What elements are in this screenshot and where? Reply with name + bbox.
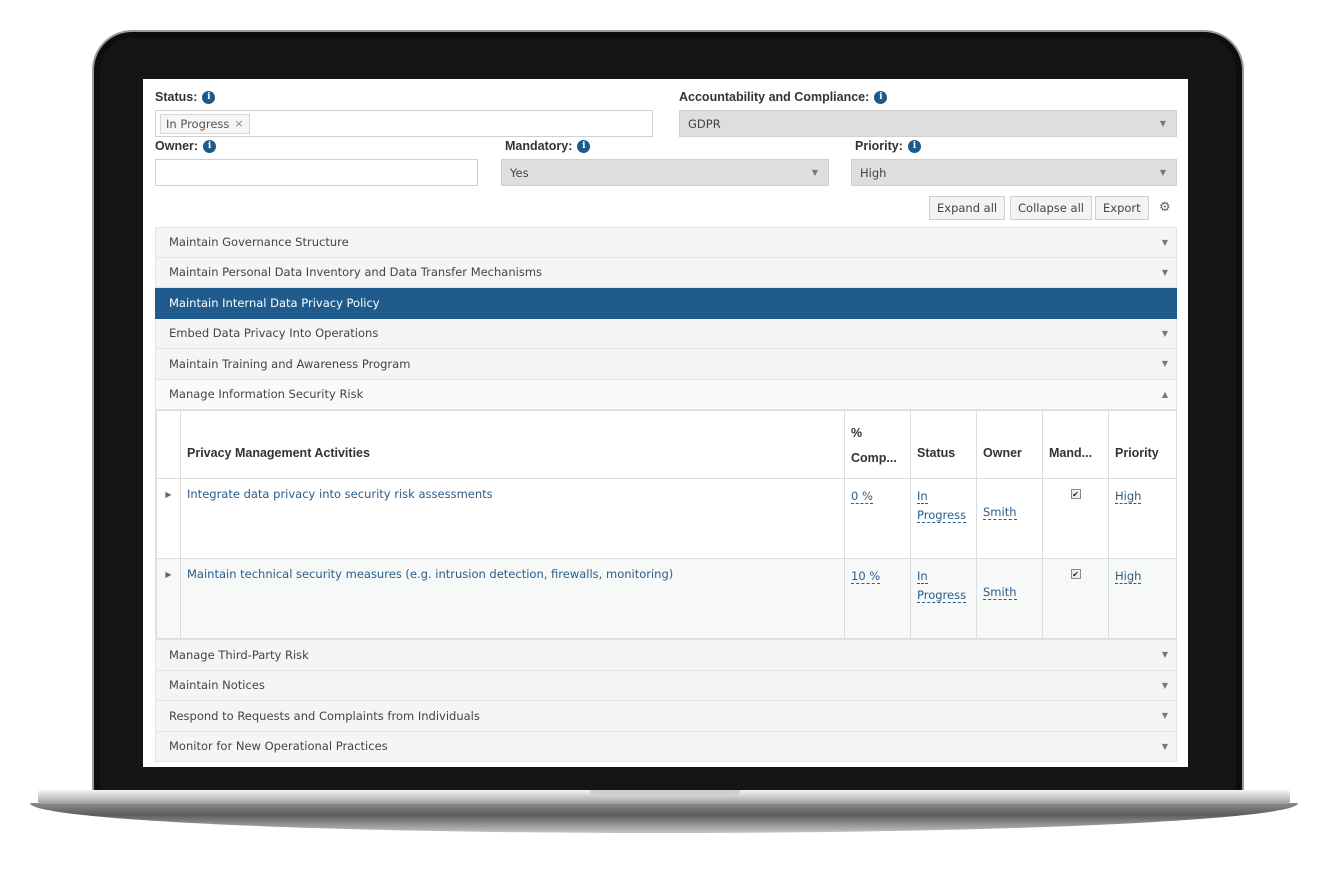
status-token: In Progress ×	[160, 114, 250, 134]
activity-link[interactable]: Integrate data privacy into security ris…	[187, 487, 493, 501]
mandatory-checkbox[interactable]: ✔	[1070, 489, 1081, 499]
caret-down-icon: ▼	[1161, 711, 1168, 721]
laptop-base-shadow	[30, 803, 1298, 833]
status-filter-input[interactable]: In Progress ×	[155, 110, 653, 137]
owner-link[interactable]: Smith	[983, 585, 1017, 600]
caret-down-icon: ▼	[1161, 650, 1168, 660]
priority-cell: High	[1108, 558, 1177, 639]
owner-column-header[interactable]: Owner	[976, 410, 1043, 479]
caret-down-icon: ▼	[1161, 741, 1168, 751]
completion-link[interactable]: 10 %	[851, 569, 881, 584]
caret-up-icon: ▲	[1161, 389, 1168, 399]
laptop-notch	[590, 790, 740, 796]
priority-link[interactable]: High	[1115, 569, 1142, 584]
activities-table: Privacy Management Activities % Comp... …	[156, 410, 1177, 639]
accountability-filter-label: Accountability and Compliance: i	[679, 90, 888, 104]
section-security-risk[interactable]: Manage Information Security Risk ▲	[155, 379, 1177, 410]
activity-cell: Integrate data privacy into security ris…	[180, 478, 845, 559]
caret-down-icon: ▼	[1161, 298, 1168, 308]
caret-down-icon: ▼	[1161, 680, 1168, 690]
owner-cell: Smith	[976, 478, 1043, 559]
owner-filter-label: Owner: i	[155, 139, 217, 153]
expander-header	[156, 410, 181, 479]
caret-down-icon: ▼	[1159, 119, 1166, 128]
expand-all-button[interactable]: Expand all	[929, 196, 1006, 220]
completion-cell: 0 %	[844, 478, 911, 559]
completion-cell: 10 %	[844, 558, 911, 639]
caret-down-icon: ▼	[1161, 359, 1168, 369]
priority-cell: High	[1108, 478, 1177, 559]
table-row: ▶ Maintain technical security measures (…	[156, 558, 1177, 639]
mandatory-cell: ✔	[1042, 558, 1109, 639]
section-data-inventory[interactable]: Maintain Personal Data Inventory and Dat…	[155, 257, 1177, 288]
owner-cell: Smith	[976, 558, 1043, 639]
gear-icon[interactable]: ⚙	[1159, 200, 1171, 215]
status-column-header[interactable]: Status	[910, 410, 977, 479]
mandatory-checkbox[interactable]: ✔	[1070, 569, 1081, 579]
app-screen: Status: i In Progress × Accountability a…	[143, 79, 1188, 767]
status-link[interactable]: In Progress	[917, 489, 967, 523]
status-cell: In Progress	[910, 478, 977, 559]
table-row: ▶ Integrate data privacy into security r…	[156, 478, 1177, 559]
caret-down-icon: ▼	[811, 168, 818, 177]
mandatory-column-header[interactable]: Mand...	[1042, 410, 1109, 479]
mandatory-filter-label: Mandatory: i	[505, 139, 591, 153]
status-filter-label: Status: i	[155, 90, 216, 104]
completion-column-header[interactable]: % Comp...	[844, 410, 911, 479]
info-icon[interactable]: i	[577, 139, 591, 153]
priority-filter-label: Priority: i	[855, 139, 921, 153]
section-training[interactable]: Maintain Training and Awareness Program …	[155, 349, 1177, 380]
activity-cell: Maintain technical security measures (e.…	[180, 558, 845, 639]
activity-link[interactable]: Maintain technical security measures (e.…	[187, 567, 673, 581]
section-governance[interactable]: Maintain Governance Structure ▼	[155, 227, 1177, 258]
info-icon[interactable]: i	[202, 90, 216, 104]
sections-accordion: Maintain Governance Structure ▼ Maintain…	[155, 227, 1177, 762]
caret-down-icon: ▼	[1161, 267, 1168, 277]
priority-select[interactable]: High ▼	[851, 159, 1177, 186]
status-cell: In Progress	[910, 558, 977, 639]
section-third-party[interactable]: Manage Third-Party Risk ▼	[155, 640, 1177, 671]
caret-down-icon: ▼	[1161, 328, 1168, 338]
section-notices[interactable]: Maintain Notices ▼	[155, 670, 1177, 701]
caret-down-icon: ▼	[1161, 237, 1168, 247]
owner-filter-input[interactable]	[155, 159, 478, 186]
owner-link[interactable]: Smith	[983, 505, 1017, 520]
mandatory-select[interactable]: Yes ▼	[501, 159, 829, 186]
activity-column-header[interactable]: Privacy Management Activities	[180, 410, 845, 479]
caret-right-icon[interactable]: ▶	[156, 478, 181, 559]
section-embed-operations[interactable]: Embed Data Privacy Into Operations ▼	[155, 318, 1177, 349]
info-icon[interactable]: i	[874, 90, 888, 104]
status-link[interactable]: In Progress	[917, 569, 967, 603]
table-header-row: Privacy Management Activities % Comp... …	[156, 410, 1177, 479]
remove-token-icon[interactable]: ×	[234, 115, 243, 133]
info-icon[interactable]: i	[203, 139, 217, 153]
collapse-all-button[interactable]: Collapse all	[1010, 196, 1092, 220]
export-button[interactable]: Export	[1095, 196, 1149, 220]
caret-right-icon[interactable]: ▶	[156, 558, 181, 639]
completion-link[interactable]: 0 %	[851, 489, 873, 504]
priority-column-header[interactable]: Priority	[1108, 410, 1177, 479]
section-operational-practices[interactable]: Monitor for New Operational Practices ▼	[155, 731, 1177, 762]
info-icon[interactable]: i	[907, 139, 921, 153]
mandatory-cell: ✔	[1042, 478, 1109, 559]
priority-link[interactable]: High	[1115, 489, 1142, 504]
accountability-select[interactable]: GDPR ▼	[679, 110, 1177, 137]
caret-down-icon: ▼	[1159, 168, 1166, 177]
activities-table-container: Privacy Management Activities % Comp... …	[155, 410, 1177, 640]
section-requests-complaints[interactable]: Respond to Requests and Complaints from …	[155, 701, 1177, 732]
section-internal-policy[interactable]: Maintain Internal Data Privacy Policy ▼	[155, 288, 1177, 319]
